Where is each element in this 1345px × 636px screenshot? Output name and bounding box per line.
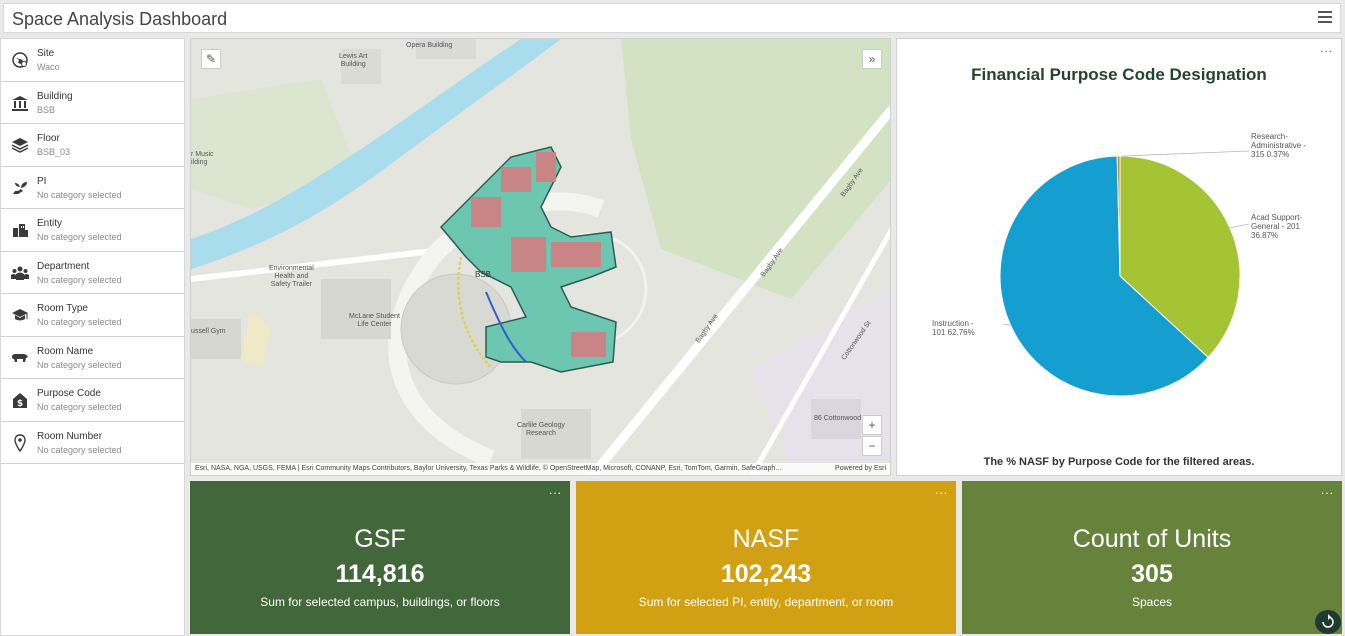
sidebar-item-room-number[interactable]: Room Number No category selected [1,422,184,464]
site-icon [12,52,28,68]
sidebar-item-pi[interactable]: PI No category selected [1,167,184,209]
pie-chart-panel: ... Financial Purpose Code Designation I… [896,38,1342,476]
card-menu-icon[interactable]: ... [1321,483,1334,497]
card-value: 305 [1131,560,1173,588]
sidebar-item-label: Room Number [37,430,103,442]
sidebar-item-room-type[interactable]: Room Type No category selected [1,294,184,337]
sidebar-item-label: Site [37,48,55,59]
hamburger-menu-icon[interactable] [1318,11,1332,25]
count-units-card: ... Count of Units 305 Spaces [962,481,1342,634]
card-title: Count of Units [1072,525,1232,553]
map-collapse-icon[interactable]: » [862,49,882,69]
pie-leader-line [1229,223,1250,229]
sidebar-item-label: PI [37,175,47,187]
map-edit-icon[interactable]: ✎ [201,49,221,69]
map-label-russell: ussell Gym [191,328,226,335]
hand-plant-icon [13,181,27,194]
pie-leader-line [1122,150,1250,157]
sidebar-item-value: No category selected [37,274,122,285]
card-menu-icon[interactable]: ... [549,483,562,497]
filter-sidebar: Site Waco Building BSB Floor BSB_03 PI N… [0,38,185,636]
sidebar-item-label: Room Type [37,303,88,314]
card-subtitle: Spaces [1131,595,1173,609]
sidebar-item-value: No category selected [37,359,122,370]
sidebar-item-label: Department [37,260,90,272]
money-house-icon: $ [13,393,27,409]
map-label-mclane: McLane Student Life Center [349,313,400,328]
pie-label-acad-support: Acad Support- General - 201 36.87% [1251,213,1303,240]
gsf-card: ... GSF 114,816 Sum for selected campus,… [190,481,570,634]
pie-chart-footer: The % NASF by Purpose Code for the filte… [983,456,1255,468]
sidebar-item-value: BSB [37,104,56,115]
sidebar-item-site[interactable]: Site Waco [1,39,184,82]
sidebar-item-entity[interactable]: Entity No category selected [1,209,184,252]
sidebar-item-value: No category selected [37,189,122,200]
campus-map[interactable]: Opera Building Lewis Art Building r Musi… [190,38,891,476]
sidebar-item-value: BSB_03 [37,147,71,157]
page-title: Space Analysis Dashboard [12,9,228,29]
bear-icon [12,353,28,362]
sidebar-item-department[interactable]: Department No category selected [1,252,184,294]
graduation-cap-icon [12,309,28,321]
card-value: 114,816 [335,560,425,588]
sidebar-item-label: Purpose Code [37,388,101,399]
map-label-env: Environmental Health and Safety Trailer [269,265,314,288]
zoom-in-button[interactable]: + [862,415,882,435]
svg-text:$: $ [17,399,23,409]
building-icon [12,95,28,111]
pie-label-instruction: Instruction - 101 62.76% [932,319,975,337]
sidebar-item-value: No category selected [37,402,122,412]
sidebar-item-value: No category selected [37,232,122,242]
buildings-icon [13,224,28,237]
card-value: 102,243 [720,560,812,588]
card-title: GSF [354,525,406,553]
pie-leader-line [1002,323,1011,326]
sidebar-item-value: Waco [37,62,60,72]
map-attribution: Esri, NASA, NGA, USGS, FEMA | Esri Commu… [191,463,890,475]
attribution-text: Esri, NASA, NGA, USGS, FEMA | Esri Commu… [195,465,783,472]
sidebar-item-building[interactable]: Building BSB [1,82,184,124]
nasf-card: ... NASF 102,243 Sum for selected PI, en… [576,481,956,634]
pie-label-research-admin: Research- Administrative - 315 0.37% [1251,132,1307,159]
map-label-cottonwood: 86 Cottonwood [814,415,862,422]
refresh-icon [1322,614,1334,628]
card-subtitle: Sum for selected campus, buildings, or f… [260,595,500,609]
sidebar-item-label: Building [37,90,73,102]
map-basemap [191,39,890,475]
card-subtitle: Sum for selected PI, entity, department,… [638,595,894,609]
map-label-carlile: Carlile Geology Research [517,422,565,437]
location-pin-icon [14,433,26,452]
powered-by-esri[interactable]: Powered by Esri [835,463,886,475]
map-label-opera: Opera Building [406,42,453,49]
pie-chart [999,150,1250,397]
refresh-button[interactable] [1315,610,1341,634]
map-label-bsb: BSB [475,270,492,279]
sidebar-item-label: Floor [37,133,60,144]
layers-icon [11,138,29,153]
sidebar-item-purpose-code[interactable]: $ Purpose Code No category selected [1,379,184,422]
card-title: NASF [732,525,800,553]
sidebar-item-value: No category selected [37,444,122,455]
header-bar: Space Analysis Dashboard [3,3,1341,33]
sidebar-item-label: Room Name [37,345,94,357]
map-label-lewis: Lewis Art Building [339,53,368,68]
card-menu-icon[interactable]: ... [935,483,948,497]
zoom-out-button[interactable]: − [862,436,882,456]
map-label-music: r Music ilding [191,151,214,166]
sidebar-item-floor[interactable]: Floor BSB_03 [1,124,184,167]
sidebar-item-value: No category selected [37,317,122,327]
sidebar-item-label: Entity [37,218,63,229]
sidebar-item-room-name[interactable]: Room Name No category selected [1,337,184,379]
group-icon [11,266,29,280]
